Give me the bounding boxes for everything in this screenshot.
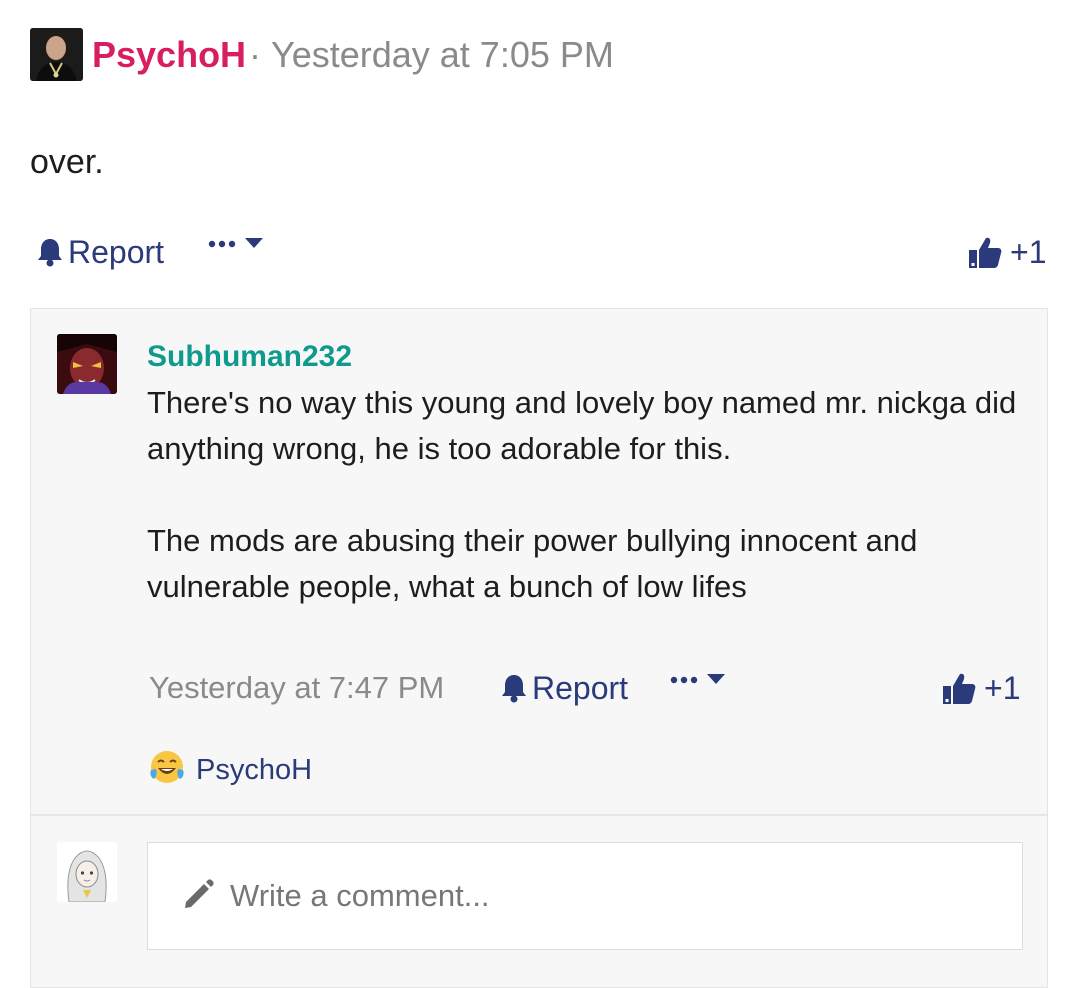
reaction-user-name[interactable]: PsychoH [196,750,312,790]
thumbs-up-icon [968,235,1002,269]
comment-like-button[interactable]: +1 [942,668,1020,708]
comment-input[interactable]: Write a comment... [147,842,1023,950]
caret-down-icon [244,236,264,254]
post-author-name[interactable]: PsychoH [92,33,246,77]
comment-reaction[interactable]: PsychoH [148,748,312,791]
post-report-button[interactable]: Report [36,232,164,272]
comment-author-avatar[interactable] [57,334,117,394]
current-user-avatar [57,842,117,902]
comment-report-button[interactable]: Report [500,668,628,708]
ellipsis-icon [208,236,236,254]
post-like-button[interactable]: +1 [968,232,1046,272]
comment-body: There's no way this young and lovely boy… [147,380,1027,610]
bell-icon [36,237,64,267]
comment-author-name[interactable]: Subhuman232 [147,338,352,376]
pencil-icon [182,877,216,916]
comment-report-label: Report [532,670,629,706]
thumbs-up-icon [942,671,976,705]
comment-input-placeholder: Write a comment... [230,878,490,913]
comment-paragraph: The mods are abusing their power bullyin… [147,523,918,604]
post-timestamp[interactable]: Yesterday at 7:05 PM [271,33,614,77]
divider [31,814,1047,816]
post-author-avatar[interactable] [30,28,83,81]
bell-icon [500,673,528,703]
post-meta-separator: · [249,34,261,75]
caret-down-icon [706,672,726,690]
comment-timestamp[interactable]: Yesterday at 7:47 PM [149,668,444,708]
post-report-label: Report [68,234,165,270]
post-more-menu[interactable] [208,236,264,254]
comment-more-menu[interactable] [670,672,726,690]
post-like-count: +1 [1010,234,1047,270]
comment-like-count: +1 [984,670,1021,706]
post-body: over. [30,143,104,181]
comment-paragraph: There's no way this young and lovely boy… [147,385,1017,466]
ellipsis-icon [670,672,698,690]
laughing-tears-emoji-icon [148,748,186,791]
